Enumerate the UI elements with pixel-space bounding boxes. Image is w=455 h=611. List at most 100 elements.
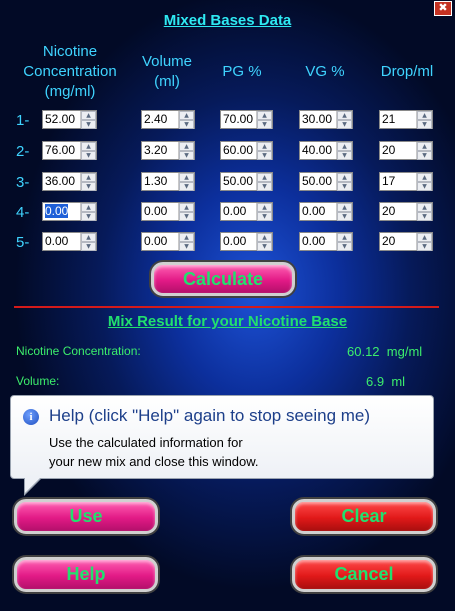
drop-value[interactable]: 20 <box>380 233 416 250</box>
volume-input-row-5[interactable]: 0.00 ▲ ▼ <box>141 232 195 251</box>
vg-value[interactable]: 30.00 <box>300 111 336 128</box>
pg-value[interactable]: 0.00 <box>221 233 256 250</box>
drop-value[interactable]: 21 <box>380 111 416 128</box>
vg-input-row-3[interactable]: 50.00 ▲ ▼ <box>299 172 353 191</box>
volume-input-row-2[interactable]: 3.20 ▲ ▼ <box>141 141 195 160</box>
cancel-button[interactable]: Cancel <box>292 557 436 592</box>
volume-input-row-4[interactable]: 0.00 ▲ ▼ <box>141 202 195 221</box>
spin-up-icon[interactable]: ▲ <box>179 173 194 182</box>
use-button[interactable]: Use <box>14 499 158 534</box>
pg-input-row-2[interactable]: 60.00 ▲ ▼ <box>220 141 273 160</box>
spin-up-icon[interactable]: ▲ <box>337 203 352 212</box>
spin-up-icon[interactable]: ▲ <box>417 142 432 151</box>
spin-down-icon[interactable]: ▼ <box>257 182 272 191</box>
spin-down-icon[interactable]: ▼ <box>81 182 96 191</box>
spin-down-icon[interactable]: ▼ <box>257 212 272 221</box>
drop-input-row-4[interactable]: 20 ▲ ▼ <box>379 202 433 221</box>
spin-up-icon[interactable]: ▲ <box>81 173 96 182</box>
drop-input-row-5[interactable]: 20 ▲ ▼ <box>379 232 433 251</box>
spin-up-icon[interactable]: ▲ <box>417 111 432 120</box>
spin-down-icon[interactable]: ▼ <box>81 151 96 160</box>
vg-value[interactable]: 0.00 <box>300 233 336 250</box>
drop-input-row-3[interactable]: 17 ▲ ▼ <box>379 172 433 191</box>
pg-value[interactable]: 60.00 <box>221 142 256 159</box>
drop-value[interactable]: 20 <box>380 142 416 159</box>
pg-value[interactable]: 50.00 <box>221 173 256 190</box>
volume-value[interactable]: 1.30 <box>142 173 178 190</box>
spin-up-icon[interactable]: ▲ <box>179 142 194 151</box>
drop-input-row-1[interactable]: 21 ▲ ▼ <box>379 110 433 129</box>
spin-down-icon[interactable]: ▼ <box>179 212 194 221</box>
spin-up-icon[interactable]: ▲ <box>337 142 352 151</box>
spin-up-icon[interactable]: ▲ <box>337 233 352 242</box>
pg-input-row-1[interactable]: 70.00 ▲ ▼ <box>220 110 273 129</box>
spin-down-icon[interactable]: ▼ <box>337 151 352 160</box>
nicotine-input-row-1[interactable]: 52.00 ▲ ▼ <box>42 110 97 129</box>
volume-input-row-1[interactable]: 2.40 ▲ ▼ <box>141 110 195 129</box>
nicotine-value[interactable]: 0.00 <box>43 203 80 220</box>
spin-down-icon[interactable]: ▼ <box>179 242 194 251</box>
spin-up-icon[interactable]: ▲ <box>81 233 96 242</box>
spin-up-icon[interactable]: ▲ <box>257 142 272 151</box>
spin-down-icon[interactable]: ▼ <box>81 212 96 221</box>
spin-up-icon[interactable]: ▲ <box>81 142 96 151</box>
pg-input-row-3[interactable]: 50.00 ▲ ▼ <box>220 172 273 191</box>
spin-down-icon[interactable]: ▼ <box>179 182 194 191</box>
nicotine-input-row-5[interactable]: 0.00 ▲ ▼ <box>42 232 97 251</box>
nicotine-value[interactable]: 0.00 <box>43 233 80 250</box>
volume-value[interactable]: 2.40 <box>142 111 178 128</box>
spin-down-icon[interactable]: ▼ <box>81 120 96 129</box>
spin-down-icon[interactable]: ▼ <box>81 242 96 251</box>
spin-up-icon[interactable]: ▲ <box>417 203 432 212</box>
spin-up-icon[interactable]: ▲ <box>257 173 272 182</box>
spin-up-icon[interactable]: ▲ <box>257 203 272 212</box>
nicotine-value[interactable]: 76.00 <box>43 142 80 159</box>
vg-input-row-2[interactable]: 40.00 ▲ ▼ <box>299 141 353 160</box>
spin-up-icon[interactable]: ▲ <box>417 173 432 182</box>
vg-value[interactable]: 40.00 <box>300 142 336 159</box>
vg-value[interactable]: 0.00 <box>300 203 336 220</box>
pg-value[interactable]: 70.00 <box>221 111 256 128</box>
spin-up-icon[interactable]: ▲ <box>417 233 432 242</box>
volume-value[interactable]: 0.00 <box>142 203 178 220</box>
help-button[interactable]: Help <box>14 557 158 592</box>
vg-input-row-1[interactable]: 30.00 ▲ ▼ <box>299 110 353 129</box>
spin-down-icon[interactable]: ▼ <box>337 212 352 221</box>
spin-up-icon[interactable]: ▲ <box>337 173 352 182</box>
volume-value[interactable]: 3.20 <box>142 142 178 159</box>
drop-value[interactable]: 17 <box>380 173 416 190</box>
spin-down-icon[interactable]: ▼ <box>257 151 272 160</box>
vg-input-row-4[interactable]: 0.00 ▲ ▼ <box>299 202 353 221</box>
nicotine-input-row-3[interactable]: 36.00 ▲ ▼ <box>42 172 97 191</box>
volume-value[interactable]: 0.00 <box>142 233 178 250</box>
spin-down-icon[interactable]: ▼ <box>257 120 272 129</box>
pg-input-row-5[interactable]: 0.00 ▲ ▼ <box>220 232 273 251</box>
nicotine-value[interactable]: 52.00 <box>43 111 80 128</box>
spin-up-icon[interactable]: ▲ <box>257 111 272 120</box>
spin-down-icon[interactable]: ▼ <box>257 242 272 251</box>
spin-up-icon[interactable]: ▲ <box>179 203 194 212</box>
drop-value[interactable]: 20 <box>380 203 416 220</box>
calculate-button[interactable]: Calculate <box>151 262 295 296</box>
spin-down-icon[interactable]: ▼ <box>417 212 432 221</box>
spin-up-icon[interactable]: ▲ <box>81 111 96 120</box>
spin-up-icon[interactable]: ▲ <box>337 111 352 120</box>
nicotine-value[interactable]: 36.00 <box>43 173 80 190</box>
spin-down-icon[interactable]: ▼ <box>417 120 432 129</box>
nicotine-input-row-2[interactable]: 76.00 ▲ ▼ <box>42 141 97 160</box>
volume-input-row-3[interactable]: 1.30 ▲ ▼ <box>141 172 195 191</box>
spin-down-icon[interactable]: ▼ <box>337 120 352 129</box>
spin-down-icon[interactable]: ▼ <box>337 182 352 191</box>
spin-down-icon[interactable]: ▼ <box>337 242 352 251</box>
spin-up-icon[interactable]: ▲ <box>81 203 96 212</box>
spin-down-icon[interactable]: ▼ <box>417 242 432 251</box>
pg-value[interactable]: 0.00 <box>221 203 256 220</box>
spin-down-icon[interactable]: ▼ <box>417 151 432 160</box>
spin-down-icon[interactable]: ▼ <box>179 151 194 160</box>
spin-up-icon[interactable]: ▲ <box>257 233 272 242</box>
drop-input-row-2[interactable]: 20 ▲ ▼ <box>379 141 433 160</box>
spin-down-icon[interactable]: ▼ <box>417 182 432 191</box>
pg-input-row-4[interactable]: 0.00 ▲ ▼ <box>220 202 273 221</box>
spin-down-icon[interactable]: ▼ <box>179 120 194 129</box>
vg-input-row-5[interactable]: 0.00 ▲ ▼ <box>299 232 353 251</box>
